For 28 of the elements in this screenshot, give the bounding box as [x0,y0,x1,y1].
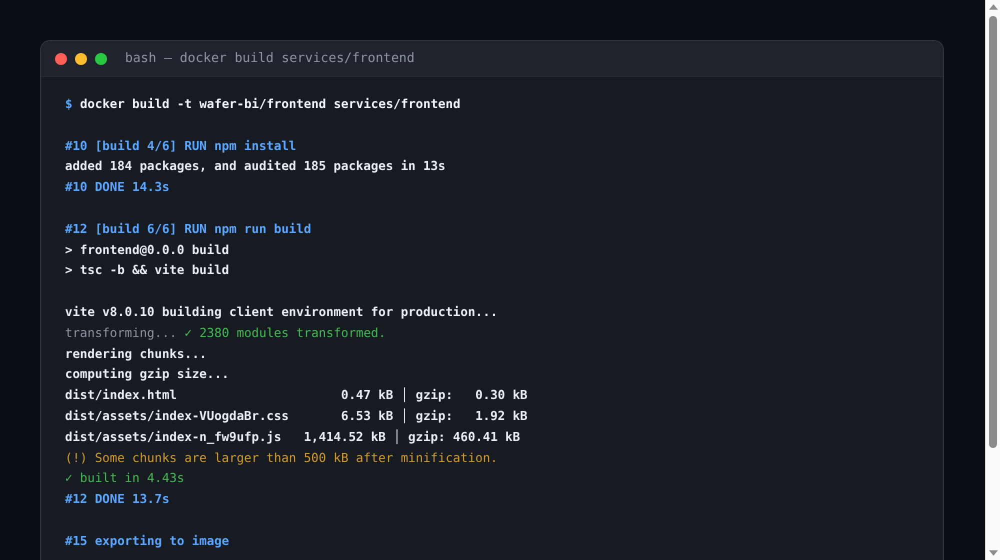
output-text: dist/index.html 0.47 kB │ gzip: 0.30 kB [65,386,528,404]
step-text: #12 [build 6/6] RUN npm run build [65,220,312,238]
scroll-up-icon[interactable] [988,4,998,10]
maximize-button[interactable] [95,52,107,64]
minimize-button[interactable] [75,52,87,64]
step-text: #10 [build 4/6] RUN npm install [65,136,296,155]
output-text: added 184 packages, and audited 185 packages in 13s [65,157,446,176]
output-text: vite v8.0.10 building client environment for production... [65,302,498,321]
window-title: bash — docker build services/frontend [125,51,415,66]
success-text: ✓ 2380 modules transformed. [184,324,386,342]
close-button[interactable] [55,52,67,64]
output-text: rendering chunks... [65,344,207,363]
scroll-down-icon[interactable] [988,550,998,556]
output-text: dist/assets/index-n_fw9ufp.js 1,414.52 kB │ gzip: 460.41 kB [65,428,520,446]
output-text: computing gzip size... [65,365,230,384]
output-text: > tsc -b && vite build [65,261,230,280]
output-text: dist/assets/index-VUogdaBr.css 6.53 kB │ gzip: 1.92 kB [65,406,528,426]
warning-text: (!) Some chunks are larger than 500 kB after minification. [65,448,498,467]
output-text: > frontend@0.0.0 build [65,240,230,259]
command-text: docker build -t wafer-bi/frontend services/frontend [80,95,460,113]
step-text: #12 DONE 13.7s [65,490,170,508]
scrollbar[interactable] [985,0,1000,560]
step-text: #10 DONE 14.3s [65,178,170,196]
progress-text: transforming... [65,324,177,342]
scroll-thumb[interactable] [989,16,997,448]
prompt-symbol: $ [65,95,72,113]
step-text: #15 exporting to image [65,532,230,550]
success-text: ✓ built in 4.43s [65,469,184,488]
